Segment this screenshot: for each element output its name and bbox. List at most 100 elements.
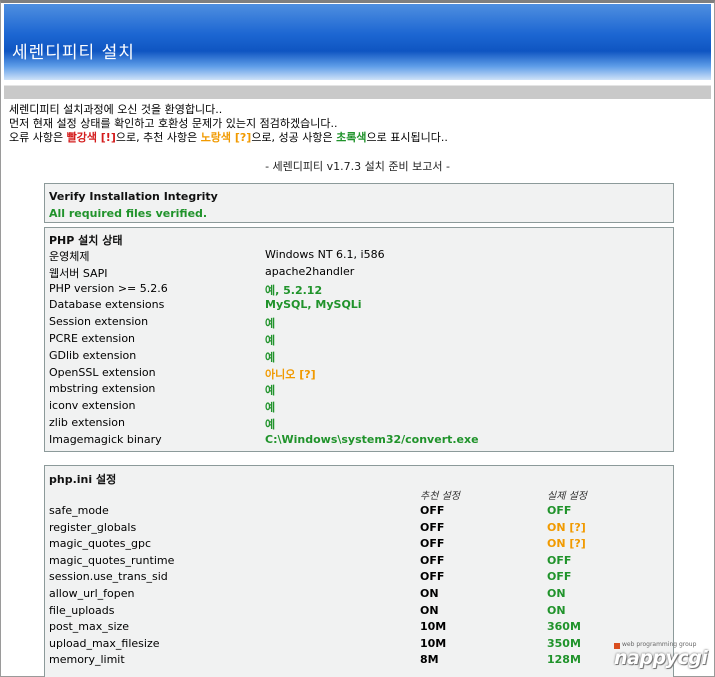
recommended-value: OFF [420,520,445,534]
row-label: allow_url_fopen [49,587,135,600]
row-value: 예 [265,334,276,347]
row-value: apache2handler [265,264,355,278]
row-value: MySQL, MySQLi [265,298,362,312]
php-ini-row: register_globals OFF ON [?] [49,521,669,537]
php-ini-row: session.use_trans_sid OFF OFF [49,570,669,586]
row-label: magic_quotes_gpc [49,537,152,551]
php-status-row: Database extensions MySQL, MySQLi [49,298,669,314]
php-ini-row: allow_url_fopen ON ON [49,587,669,603]
php-status-title: PHP 설치 상태 [49,234,123,247]
logo-text: nappycgi [614,647,708,669]
verify-status: All required files verified. [49,207,208,220]
row-label: OpenSSL extension [49,365,156,379]
php-ini-row: post_max_size 10M 360M [49,620,669,636]
recommended-value: ON [420,603,439,617]
row-value: 예 [265,418,276,431]
php-status-row: Imagemagick binary C:\Windows\system32/co… [49,433,669,449]
row-value: 예, 5.2.12 [265,283,323,297]
col-recommended: 추천 설정 [420,491,460,502]
recommended-value: 10M [420,636,447,650]
php-status-row: 운영체제 Windows NT 6.1, i586 [49,248,669,264]
intro-line-2: 먼저 현재 설정 상태를 확인하고 호환성 문제가 있는지 점검하겠습니다.. [9,117,338,130]
recommended-value: OFF [420,537,445,551]
success-legend: 초록색 [336,131,367,144]
row-label: file_uploads [49,603,115,617]
row-label: session.use_trans_sid [49,570,168,584]
row-label: GDlib extension [49,348,137,362]
actual-value: ON [?] [547,537,586,551]
intro-text: 세렌디피티 설치과정에 오신 것을 환영합니다.. 먼저 현재 설정 상태를 확… [9,103,448,145]
php-ini-row: file_uploads ON ON [49,604,669,620]
error-legend: 빨강색 [!] [66,131,116,144]
verify-title: Verify Installation Integrity [49,190,218,203]
php-ini-row: safe_mode OFF OFF [49,504,669,520]
actual-value: ON [547,603,566,617]
actual-value: ON [547,587,566,600]
row-label: Database extensions [49,298,165,312]
intro-line-1: 세렌디피티 설치과정에 오신 것을 환영합니다.. [9,103,223,116]
php-status-panel: PHP 설치 상태 운영체제 Windows NT 6.1, i586 웹서버 SA… [44,227,674,452]
row-label: iconv extension [49,399,136,413]
report-title: - 세렌디피티 v1.7.3 설치 준비 보고서 - [265,160,450,173]
row-label: safe_mode [49,504,109,517]
actual-value: 128M [547,653,581,667]
row-label: Imagemagick binary [49,432,162,446]
php-ini-row: magic_quotes_runtime OFF OFF [49,554,669,570]
row-label: PHP version >= 5.2.6 [49,281,168,295]
row-label: 웹서버 SAPI [49,266,108,280]
row-value: 아니오 [?] [265,367,316,381]
recommended-value: ON [420,587,439,600]
recommended-value: OFF [420,553,445,567]
recommended-value: 8M [420,653,439,667]
actual-value: OFF [547,570,572,584]
page-title: 세렌디피티 설치 [12,43,135,63]
row-value: 예 [265,384,276,398]
php-status-row: zlib extension 예 [49,416,669,432]
actual-value: ON [?] [547,520,586,534]
actual-value: OFF [547,504,572,517]
php-status-row: iconv extension 예 [49,399,669,415]
php-ini-row: magic_quotes_gpc OFF ON [?] [49,537,669,553]
row-label: 운영체제 [49,250,90,263]
actual-value: 360M [547,620,581,634]
php-ini-panel: php.ini 설정 추천 설정 실제 설정 safe_mode OFF OFF re… [44,465,674,677]
php-status-row: 웹서버 SAPI apache2handler [49,265,669,281]
header-divider [4,80,711,99]
header-banner: 세렌디피티 설치 [4,4,711,80]
verify-panel: Verify Installation Integrity All requir… [44,183,674,223]
row-value: Windows NT 6.1, i586 [265,248,385,261]
php-status-row: GDlib extension 예 [49,349,669,365]
row-value: 예 [265,401,276,415]
php-ini-title: php.ini 설정 [49,473,117,486]
row-label: magic_quotes_runtime [49,553,175,567]
col-actual: 실제 설정 [547,491,587,502]
recommended-value: OFF [420,570,445,584]
row-label: upload_max_filesize [49,636,160,650]
php-status-row: Session extension 예 [49,315,669,331]
intro-text-part: 오류 사항은 [9,131,67,144]
row-value: 예 [265,350,276,364]
row-label: post_max_size [49,620,130,634]
php-status-row: OpenSSL extension 아니오 [?] [49,366,669,382]
php-status-row: PHP version >= 5.2.6 예, 5.2.12 [49,282,669,298]
intro-text-part: 으로, 추천 사항은 [115,131,201,144]
actual-value: 350M [547,636,581,650]
row-value: C:\Windows\system32/convert.exe [265,432,479,446]
recommend-legend: 노랑색 [?] [200,131,252,144]
php-status-row: mbstring extension 예 [49,382,669,398]
nappycgi-logo: web programming group nappycgi [612,641,712,673]
row-label: register_globals [49,520,137,534]
php-ini-row: memory_limit 8M 128M [49,653,669,669]
recommended-value: OFF [420,504,445,517]
row-label: zlib extension [49,416,125,429]
row-value: 예 [265,317,276,331]
row-label: mbstring extension [49,382,156,396]
intro-line-3: 오류 사항은 빨강색 [!]으로, 추천 사항은 노랑색 [?]으로, 성공 사… [9,131,448,145]
row-label: memory_limit [49,653,125,667]
row-label: PCRE extension [49,332,136,345]
intro-text-part: 으로, 성공 사항은 [251,131,337,144]
actual-value: OFF [547,553,572,567]
php-ini-row: upload_max_filesize 10M 350M [49,637,669,653]
intro-text-part: 으로 표시됩니다.. [366,131,448,144]
php-status-row: PCRE extension 예 [49,332,669,348]
